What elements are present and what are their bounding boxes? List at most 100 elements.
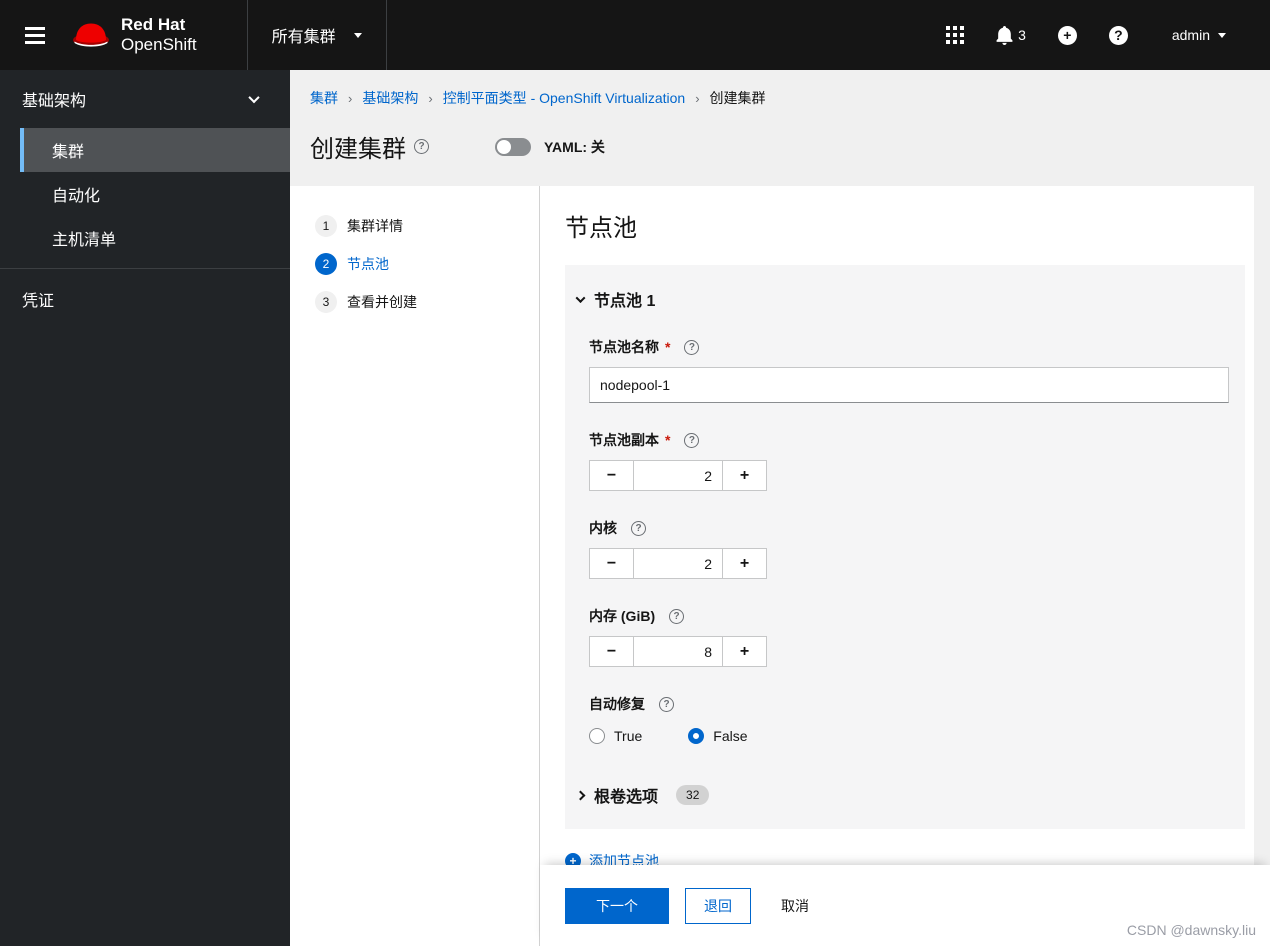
add-node-pool-button[interactable]: + 添加节点池 [565, 851, 659, 865]
increment-button[interactable]: + [722, 548, 767, 579]
scrollbar-track[interactable] [1254, 186, 1270, 865]
page-header: 集群 › 基础架构 › 控制平面类型 - OpenShift Virtualiz… [290, 70, 1270, 186]
brand-line1: Red Hat [121, 15, 186, 35]
add-node-pool-label: 添加节点池 [589, 853, 659, 865]
create-cluster-wizard: 1 集群详情 2 节点池 3 查看并创建 节点池 节点池 1 节点池名称 * ?… [290, 186, 1270, 946]
field-node-pool-replicas: 节点池副本 * ? − + [589, 430, 1229, 491]
replicas-input[interactable] [634, 460, 722, 491]
cluster-selector-label: 所有集群 [271, 29, 336, 46]
sidebar-item-label: 自动化 [52, 188, 101, 205]
step-number: 2 [315, 253, 337, 275]
sidebar-item-label: 主机清单 [52, 232, 117, 249]
decrement-button[interactable]: − [589, 636, 634, 667]
memory-input[interactable] [634, 636, 722, 667]
main-content: 集群 › 基础架构 › 控制平面类型 - OpenShift Virtualiz… [290, 70, 1270, 946]
breadcrumb-current: 创建集群 [709, 90, 766, 106]
breadcrumb-separator: › [695, 90, 700, 106]
next-button[interactable]: 下一个 [565, 887, 669, 924]
user-menu-dropdown[interactable]: admin [1172, 27, 1226, 43]
add-resource-button[interactable]: + [1057, 25, 1077, 45]
step-label: 查看并创建 [347, 294, 417, 310]
field-label: 内核 [589, 520, 617, 536]
node-pool-title: 节点池 1 [594, 293, 656, 310]
decrement-button[interactable]: − [589, 460, 634, 491]
increment-button[interactable]: + [722, 636, 767, 667]
required-indicator: * [665, 432, 671, 448]
username: admin [1171, 27, 1210, 43]
help-icon[interactable]: ? [669, 608, 685, 624]
field-label: 节点池副本 [589, 432, 659, 448]
breadcrumb-link-infrastructure[interactable]: 基础架构 [362, 88, 418, 108]
wizard-nav: 1 集群详情 2 节点池 3 查看并创建 [290, 186, 540, 946]
memory-stepper: − + [589, 636, 767, 667]
help-menu-button[interactable]: ? [1108, 25, 1128, 45]
sidebar-item-clusters[interactable]: 集群 [20, 128, 290, 172]
breadcrumb-link-clusters[interactable]: 集群 [310, 88, 338, 108]
step-label: 集群详情 [347, 218, 403, 234]
cores-input[interactable] [634, 548, 722, 579]
radio-icon [589, 728, 605, 744]
node-pool-expand-toggle[interactable]: 节点池 1 [573, 283, 1237, 315]
node-pool-name-input[interactable] [589, 367, 1229, 403]
cancel-button[interactable]: 取消 [767, 888, 823, 924]
decrement-button[interactable]: − [589, 548, 634, 579]
step-label: 节点池 [347, 256, 389, 272]
wizard-step-node-pools[interactable]: 2 节点池 [290, 245, 539, 283]
nav-group-label: 基础架构 [22, 93, 87, 110]
apps-grid-icon [946, 26, 965, 44]
field-label: 内存 (GiB) [589, 608, 656, 624]
back-button[interactable]: 退回 [685, 887, 751, 924]
breadcrumb: 集群 › 基础架构 › 控制平面类型 - OpenShift Virtualiz… [310, 88, 1250, 108]
brand-line2: OpenShift [121, 35, 197, 54]
nav-toggle-button[interactable] [0, 0, 70, 70]
root-volume-title: 根卷选项 [594, 789, 659, 806]
auto-repair-false-radio[interactable]: False [688, 728, 748, 744]
sidebar-item-host-inventory[interactable]: 主机清单 [0, 216, 290, 260]
step-heading: 节点池 [565, 215, 637, 242]
auto-repair-true-radio[interactable]: True [589, 728, 642, 744]
chevron-down-icon [248, 91, 260, 104]
node-pool-fields: 节点池名称 * ? 节点池副本 [589, 337, 1229, 744]
wizard-step-review-create[interactable]: 3 查看并创建 [290, 283, 539, 321]
breadcrumb-separator: › [428, 90, 433, 106]
plus-circle-icon: + [1057, 25, 1077, 45]
openshift-console: Red Hat OpenShift 所有集群 3 + ? admin 基础架构 … [0, 0, 1270, 946]
radio-label: True [614, 728, 643, 744]
hamburger-icon [25, 26, 45, 44]
field-node-pool-name: 节点池名称 * ? [589, 337, 1229, 403]
yaml-toggle[interactable] [495, 137, 531, 156]
sidebar-item-automation[interactable]: 自动化 [0, 172, 290, 216]
wizard-step-cluster-details[interactable]: 1 集群详情 [290, 207, 539, 245]
chevron-down-icon [575, 292, 586, 303]
page-title: 创建集群 [310, 136, 406, 163]
caret-down-icon [1218, 32, 1226, 38]
replicas-stepper: − + [589, 460, 767, 491]
root-volume-expand-toggle[interactable]: 根卷选项 32 [573, 771, 1237, 819]
sidebar-item-label: 集群 [52, 144, 85, 161]
bell-icon [996, 25, 1013, 45]
cores-stepper: − + [589, 548, 767, 579]
step-number: 1 [315, 215, 337, 237]
notification-count: 3 [1018, 27, 1026, 43]
toggle-knob [497, 139, 511, 154]
field-memory: 内存 (GiB) ? − + [589, 606, 1229, 667]
help-icon[interactable]: ? [414, 139, 429, 154]
side-navigation: 基础架构 集群 自动化 主机清单 凭证 [0, 70, 290, 946]
help-icon[interactable]: ? [684, 339, 700, 355]
cluster-selector-dropdown[interactable]: 所有集群 [246, 0, 387, 70]
increment-button[interactable]: + [722, 460, 767, 491]
help-icon[interactable]: ? [684, 432, 700, 448]
nav-group-infrastructure[interactable]: 基础架构 [0, 70, 290, 128]
app-launcher-button[interactable] [946, 26, 965, 44]
masthead-toolbar: 3 + ? admin [946, 25, 1270, 45]
help-icon[interactable]: ? [631, 520, 646, 536]
sidebar-item-credentials[interactable]: 凭证 [0, 269, 290, 329]
help-icon[interactable]: ? [659, 696, 674, 712]
wizard-footer: 下一个 退回 取消 CSDN @dawnsky.liu [540, 865, 1270, 946]
wizard-content: 节点池 节点池 1 节点池名称 * ? nodepool-1 节点池副本 * ?… [540, 186, 1270, 865]
field-label: 节点池名称 [589, 339, 659, 355]
notifications-button[interactable]: 3 [996, 25, 1026, 45]
redhat-fedora-icon [73, 23, 109, 47]
breadcrumb-link-control-plane-type[interactable]: 控制平面类型 - OpenShift Virtualization [443, 88, 686, 108]
yaml-toggle-label: YAML: 关 [544, 138, 605, 155]
